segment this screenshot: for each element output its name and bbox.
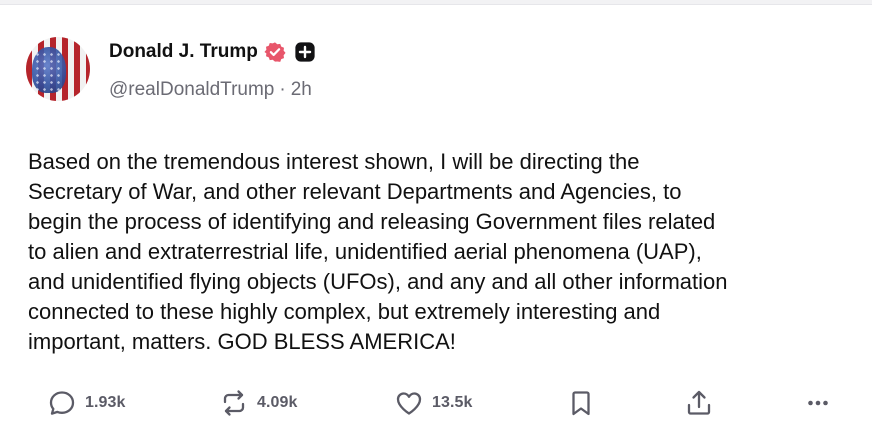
bookmark-button[interactable] (566, 383, 596, 423)
verified-badge-icon (264, 41, 286, 63)
share-icon (684, 388, 714, 418)
reply-count: 1.93k (85, 394, 126, 411)
avatar-stars (34, 51, 64, 91)
like-button[interactable]: 13.5k (394, 383, 473, 423)
repost-button[interactable]: 4.09k (219, 383, 298, 423)
action-bar: 1.93k 4.09k 13.5k (0, 383, 872, 423)
author-row: Donald J. Trump (109, 41, 316, 63)
meta-separator: · (279, 79, 286, 100)
post-text: Based on the tremendous interest shown, … (28, 149, 728, 354)
handle-row: @realDonaldTrump · 2h (109, 79, 312, 101)
plus-badge-icon (294, 41, 316, 63)
avatar[interactable] (26, 37, 90, 101)
like-count: 13.5k (432, 394, 473, 411)
repost-icon (219, 388, 249, 418)
author-handle[interactable]: @realDonaldTrump (109, 79, 274, 101)
comment-icon (47, 388, 77, 418)
more-icon (803, 388, 833, 418)
post-time[interactable]: 2h (291, 79, 312, 101)
post-card: Donald J. Trump @realDonaldTrump · 2h Ba… (0, 4, 872, 445)
more-options-button[interactable] (803, 383, 833, 423)
share-button[interactable] (684, 383, 714, 423)
reply-button[interactable]: 1.93k (47, 383, 126, 423)
heart-icon (394, 388, 424, 418)
author-name[interactable]: Donald J. Trump (109, 41, 258, 63)
bookmark-icon (566, 388, 596, 418)
repost-count: 4.09k (257, 394, 298, 411)
